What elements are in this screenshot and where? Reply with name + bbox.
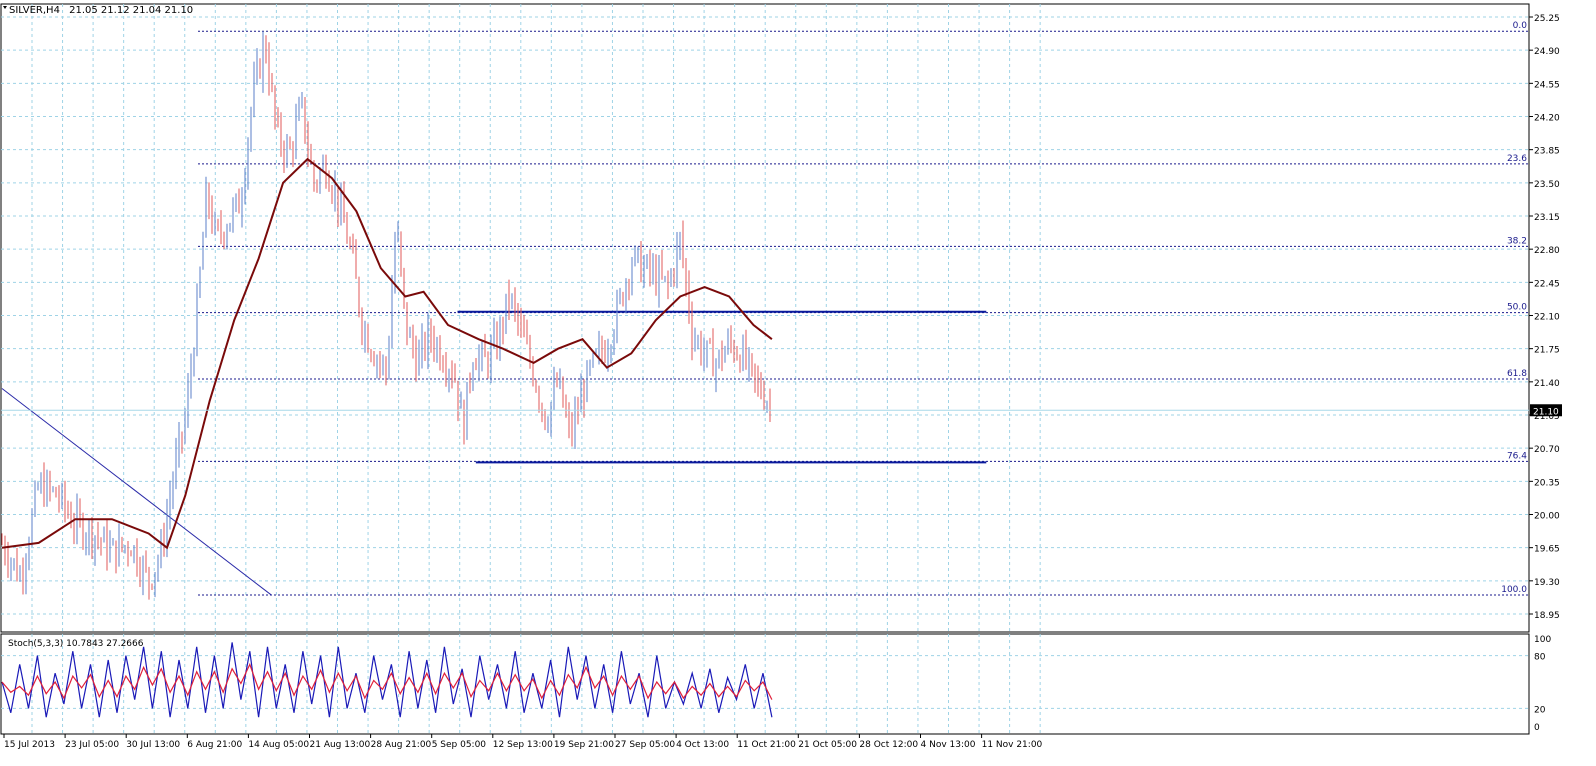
- stoch-tick-label: 20: [1534, 705, 1546, 715]
- price-tick-label: 18.95: [1534, 611, 1560, 621]
- time-tick-label: 14 Aug 05:00: [248, 740, 309, 750]
- time-tick-label: 23 Jul 05:00: [65, 740, 119, 750]
- fib-level-label: 61.8: [1507, 369, 1527, 379]
- time-tick-label: 12 Sep 13:00: [493, 740, 553, 750]
- price-tick-label: 25.25: [1534, 14, 1560, 24]
- price-tick-label: 20.00: [1534, 512, 1560, 522]
- stoch-tick-label: 0: [1534, 723, 1540, 733]
- price-tick-label: 24.90: [1534, 47, 1560, 57]
- time-tick-label: 28 Aug 21:00: [371, 740, 432, 750]
- time-tick-label: 4 Oct 13:00: [676, 740, 729, 750]
- time-tick-label: 19 Sep 21:00: [554, 740, 614, 750]
- time-tick-label: 28 Oct 12:00: [859, 740, 918, 750]
- stoch-tick-label: 80: [1534, 653, 1546, 663]
- fib-level-label: 0.0: [1513, 21, 1528, 31]
- chart-svg: 0.0 23.6 38.2 50.0 61.8 76.4 100.0 25.25 24.90 2…: [0, 3, 1562, 750]
- fib-level-label: 38.2: [1507, 236, 1527, 246]
- price-tick-label: 23.50: [1534, 180, 1560, 190]
- time-tick-label: 21 Oct 05:00: [798, 740, 857, 750]
- price-tick-label: 22.45: [1534, 279, 1560, 289]
- time-tick-label: 27 Sep 05:00: [615, 740, 675, 750]
- price-tick-label: 20.35: [1534, 478, 1560, 488]
- fib-level-label: 23.6: [1507, 154, 1527, 164]
- price-tick-label: 23.85: [1534, 147, 1560, 157]
- current-price-label: 21.10: [1533, 407, 1559, 417]
- price-tick-label: 24.20: [1534, 114, 1560, 124]
- time-tick-label: 21 Aug 13:00: [310, 740, 371, 750]
- fib-level-label: 76.4: [1507, 451, 1527, 461]
- fib-level-label: 100.0: [1501, 585, 1527, 595]
- time-tick-label: 30 Jul 13:00: [126, 740, 180, 750]
- price-tick-label: 20.70: [1534, 445, 1560, 455]
- header-symbol: SILVER,H4: [9, 5, 60, 16]
- price-tick-label: 23.15: [1534, 213, 1560, 223]
- time-tick-label: 11 Oct 21:00: [737, 740, 796, 750]
- stoch-label: Stoch(5,3,3) 10.7843 27.2666: [8, 639, 144, 649]
- header-text: SILVER,H4 21.05 21.12 21.04 21.10: [9, 5, 193, 16]
- price-tick-label: 22.80: [1534, 246, 1560, 256]
- time-tick-label: 5 Sep 05:00: [432, 740, 487, 750]
- time-tick-label: 15 Jul 2013: [4, 740, 55, 750]
- chart-root: 0.0 23.6 38.2 50.0 61.8 76.4 100.0 25.25 24.90 2…: [0, 0, 1596, 762]
- price-tick-label: 19.65: [1534, 545, 1560, 555]
- price-tick-label: 22.10: [1534, 313, 1560, 323]
- price-tick-label: 21.40: [1534, 379, 1560, 389]
- price-tick-label: 24.55: [1534, 80, 1560, 90]
- header-ohlc: 21.05 21.12 21.04 21.10: [69, 5, 193, 16]
- price-tick-label: 21.75: [1534, 346, 1560, 356]
- time-tick-label: 4 Nov 13:00: [921, 740, 976, 750]
- time-tick-label: 6 Aug 21:00: [187, 740, 242, 750]
- fib-level-label: 50.0: [1507, 303, 1527, 313]
- stoch-tick-label: 100: [1534, 635, 1551, 645]
- time-tick-label: 11 Nov 21:00: [982, 740, 1043, 750]
- price-tick-label: 19.30: [1534, 578, 1560, 588]
